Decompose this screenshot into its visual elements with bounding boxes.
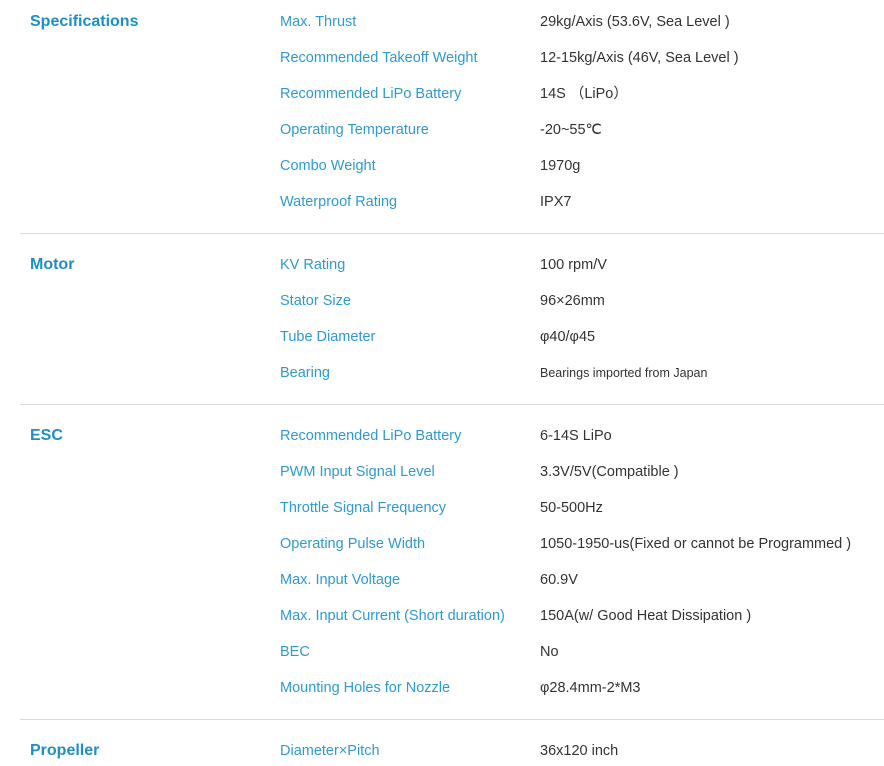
spec-row: Recommended Takeoff Weight 12-15kg/Axis … — [0, 48, 884, 84]
spec-value: -20~55℃ — [540, 122, 602, 138]
spec-label: Bearing — [280, 365, 330, 381]
section-divider — [20, 719, 884, 720]
spec-row: Throttle Signal Frequency 50-500Hz — [0, 498, 884, 534]
spec-value: 100 rpm/V — [540, 257, 607, 273]
spec-label: Operating Temperature — [280, 122, 429, 138]
spec-label: Max. Input Voltage — [280, 572, 401, 588]
spec-label: Mounting Holes for Nozzle — [280, 680, 451, 696]
section-divider — [20, 233, 884, 234]
spec-value: 50-500Hz — [540, 500, 603, 516]
spec-row: Max. Input Current (Short duration) 150A… — [0, 606, 884, 642]
spec-list: KV Rating 100 rpm/V Stator Size 96×26mm … — [0, 255, 884, 399]
spec-value: IPX7 — [540, 194, 572, 210]
spec-label: BEC — [280, 644, 310, 660]
spec-row: Waterproof Rating IPX7 — [0, 192, 884, 228]
spec-row: Diameter×Pitch 36x120 inch — [0, 741, 884, 763]
spec-label: Operating Pulse Width — [280, 536, 426, 552]
spec-value: 29kg/Axis (53.6V, Sea Level ) — [540, 14, 730, 30]
spec-list: Recommended LiPo Battery 6-14S LiPo PWM … — [0, 426, 884, 714]
spec-row: Tube Diameter φ40/φ45 — [0, 327, 884, 363]
spec-label: Recommended LiPo Battery — [280, 428, 462, 444]
spec-value: 36x120 inch — [540, 743, 619, 759]
spec-label: Combo Weight — [280, 158, 376, 174]
spec-label: Waterproof Rating — [280, 194, 398, 210]
spec-value: 1970g — [540, 158, 581, 174]
spec-row: Max. Input Voltage 60.9V — [0, 570, 884, 606]
spec-row: KV Rating 100 rpm/V — [0, 255, 884, 291]
spec-row: PWM Input Signal Level 3.3V/5V(Compatibl… — [0, 462, 884, 498]
spec-row: Combo Weight 1970g — [0, 156, 884, 192]
spec-value: 12-15kg/Axis (46V, Sea Level ) — [540, 50, 739, 66]
spec-row: Operating Temperature -20~55℃ — [0, 120, 884, 156]
spec-value: No — [540, 644, 559, 660]
spec-label: Throttle Signal Frequency — [280, 500, 447, 516]
spec-value: 96×26mm — [540, 293, 605, 309]
spec-label: PWM Input Signal Level — [280, 464, 435, 480]
spec-row: BEC No — [0, 642, 884, 678]
spec-row: Stator Size 96×26mm — [0, 291, 884, 327]
spec-label: Diameter×Pitch — [280, 743, 380, 759]
spec-label: Max. Thrust — [280, 14, 357, 30]
spec-label: Tube Diameter — [280, 329, 376, 345]
spec-row: Recommended LiPo Battery 14S （LiPo） — [0, 84, 884, 120]
spec-label: Stator Size — [280, 293, 351, 309]
spec-value: 6-14S LiPo — [540, 428, 612, 444]
spec-list: Diameter×Pitch 36x120 inch — [0, 741, 884, 763]
spec-label: KV Rating — [280, 257, 346, 273]
spec-label: Max. Input Current (Short duration) — [280, 608, 505, 624]
spec-value: Bearings imported from Japan — [540, 366, 708, 380]
spec-value: 14S （LiPo） — [540, 86, 628, 102]
spec-label: Recommended LiPo Battery — [280, 86, 462, 102]
spec-row: Max. Thrust 29kg/Axis (53.6V, Sea Level … — [0, 12, 884, 48]
spec-row: Bearing Bearings imported from Japan — [0, 363, 884, 399]
spec-value: 150A(w/ Good Heat Dissipation ) — [540, 608, 752, 624]
spec-value: 3.3V/5V(Compatible ) — [540, 464, 679, 480]
spec-label: Recommended Takeoff Weight — [280, 50, 478, 66]
spec-value: 1050-1950-us(Fixed or cannot be Programm… — [540, 536, 852, 552]
spec-value: φ40/φ45 — [540, 329, 596, 345]
section-divider — [20, 404, 884, 405]
spec-value: 60.9V — [540, 572, 578, 588]
spec-row: Recommended LiPo Battery 6-14S LiPo — [0, 426, 884, 462]
spec-value: φ28.4mm-2*M3 — [540, 680, 641, 696]
spec-row: Mounting Holes for Nozzle φ28.4mm-2*M3 — [0, 678, 884, 714]
spec-list: Max. Thrust 29kg/Axis (53.6V, Sea Level … — [0, 12, 884, 228]
spec-row: Operating Pulse Width 1050-1950-us(Fixed… — [0, 534, 884, 570]
